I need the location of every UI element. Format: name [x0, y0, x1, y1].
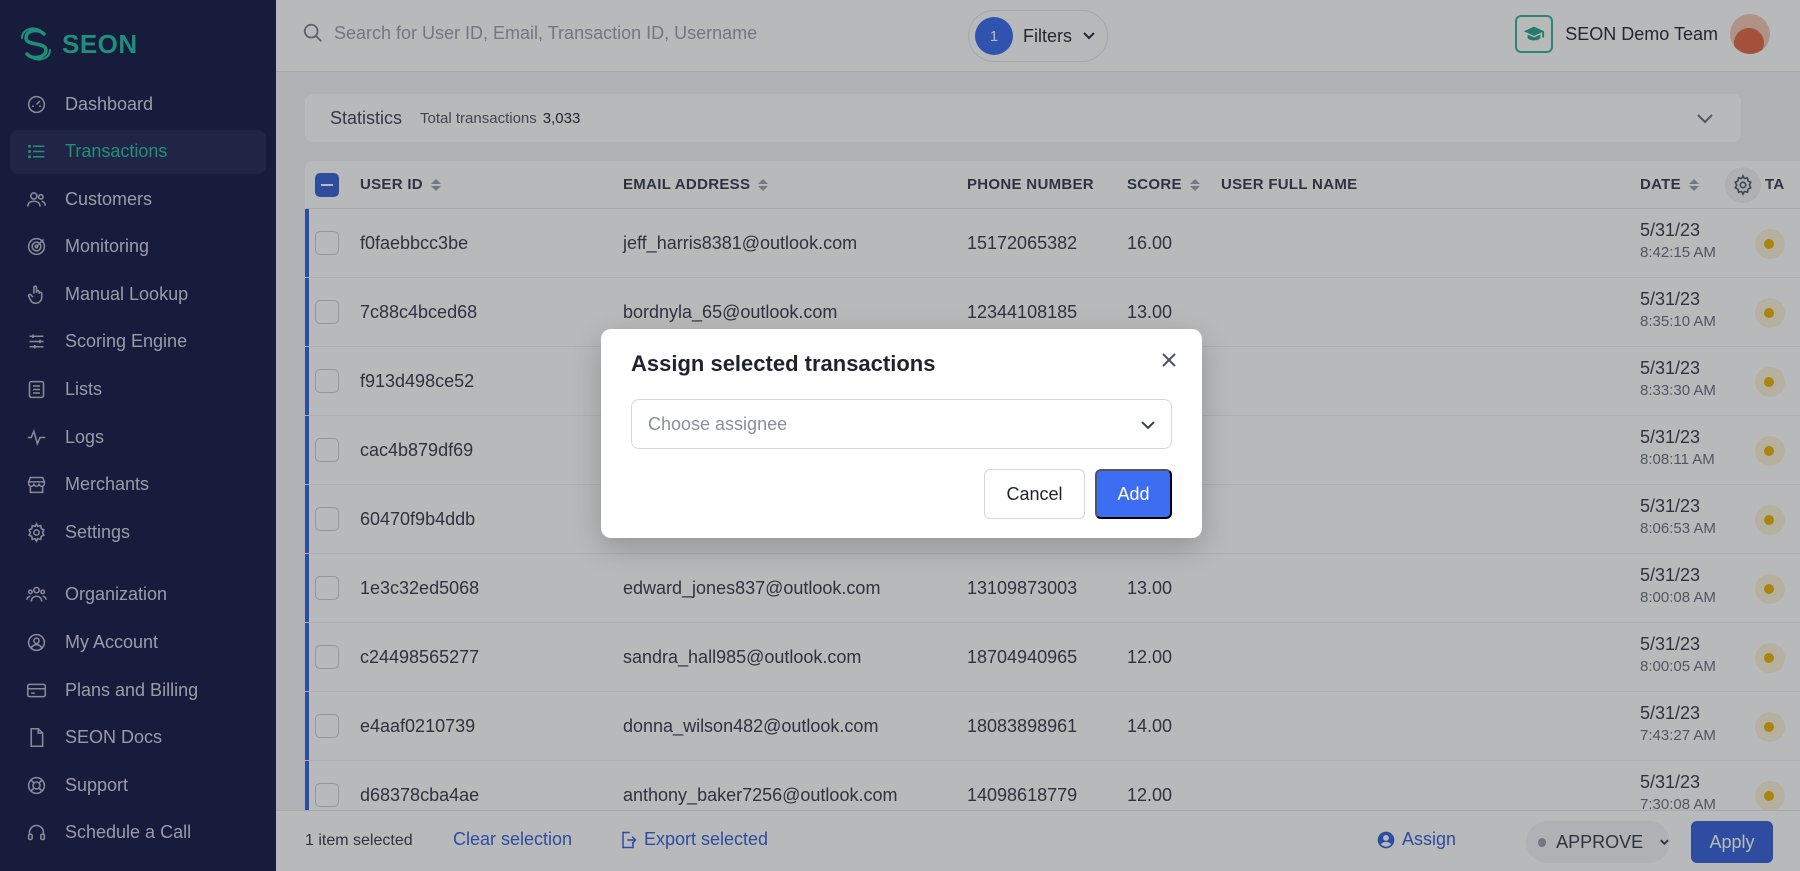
cancel-button[interactable]: Cancel: [984, 469, 1085, 519]
close-button[interactable]: [1158, 349, 1180, 371]
assignee-select[interactable]: Choose assignee: [631, 399, 1172, 449]
assignee-placeholder: Choose assignee: [648, 413, 788, 434]
chevron-down-icon: [1139, 416, 1157, 434]
assign-modal: Assign selected transactions Choose assi…: [601, 329, 1202, 538]
close-icon: [1162, 353, 1176, 367]
modal-title: Assign selected transactions: [631, 351, 936, 376]
add-button[interactable]: Add: [1095, 469, 1172, 519]
